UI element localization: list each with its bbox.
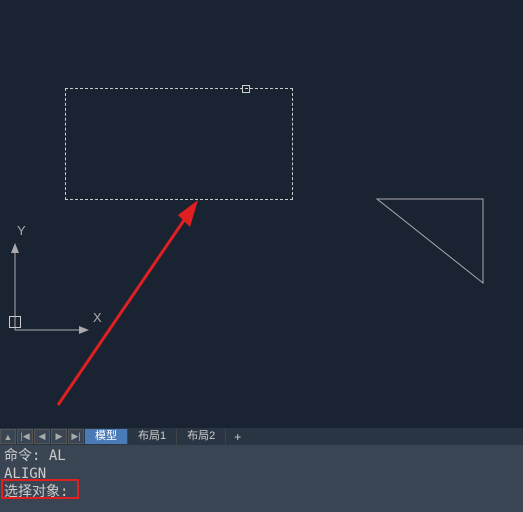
command-history-2: ALIGN — [4, 465, 519, 483]
nav-next-button[interactable]: ▶ — [51, 429, 67, 444]
nav-up-button[interactable]: ▲ — [0, 429, 16, 444]
command-window[interactable]: 命令: AL ALIGN 选择对象: — [0, 445, 523, 512]
x-axis-label: X — [93, 310, 102, 325]
triangle-shape — [375, 197, 485, 285]
ucs-origin-box — [9, 316, 21, 328]
tab-add-button[interactable]: + — [226, 429, 249, 445]
tab-model[interactable]: 模型 — [85, 429, 128, 444]
selection-rectangle — [65, 88, 293, 200]
tab-layout2[interactable]: 布局2 — [177, 429, 226, 444]
command-prompt: 选择对象: — [4, 483, 519, 501]
command-history-1: 命令: AL — [4, 447, 519, 465]
layout-tab-bar: ▲ |◀ ◀ ▶ ▶| 模型 布局1 布局2 + — [0, 428, 523, 445]
y-axis-label: Y — [17, 223, 26, 238]
nav-last-button[interactable]: ▶| — [68, 429, 84, 444]
ucs-icon: Y X — [5, 235, 95, 338]
nav-first-button[interactable]: |◀ — [17, 429, 33, 444]
cursor-pickbox — [242, 85, 250, 93]
drawing-canvas[interactable]: Y X — [0, 0, 523, 425]
tab-layout1[interactable]: 布局1 — [128, 429, 177, 444]
nav-prev-button[interactable]: ◀ — [34, 429, 50, 444]
